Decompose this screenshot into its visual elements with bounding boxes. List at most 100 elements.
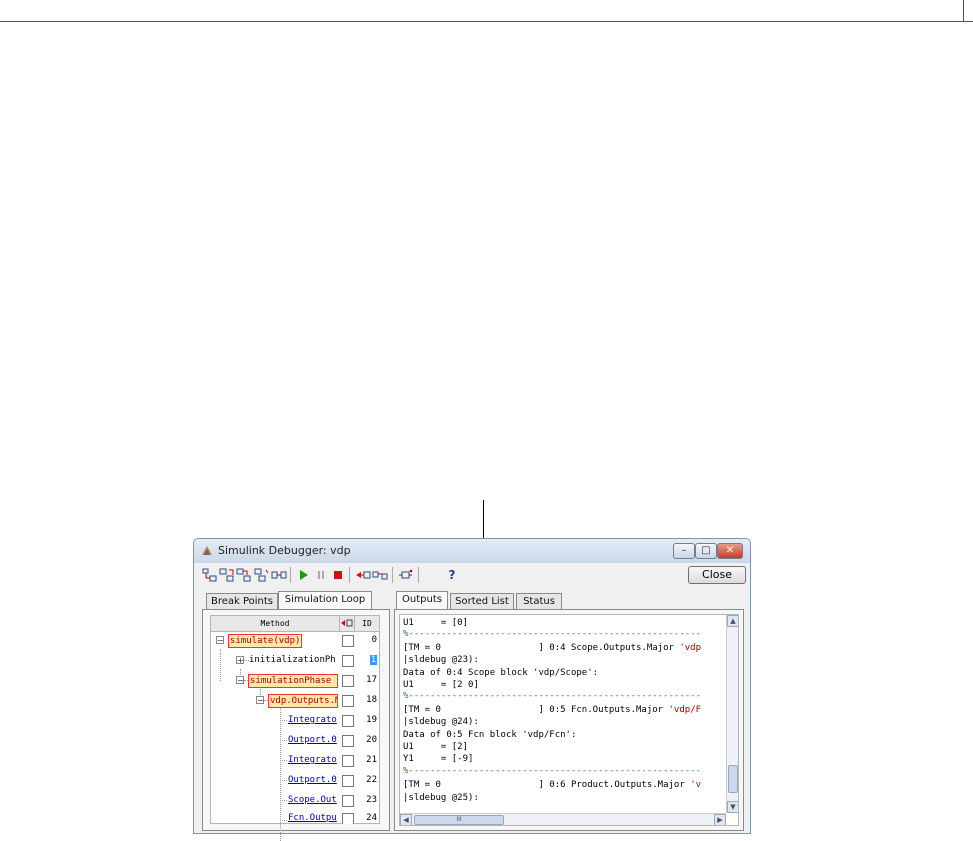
toolbar: ? Close	[194, 563, 750, 587]
outputs-text-area[interactable]: U1 = [0] %------------------------------…	[399, 614, 739, 826]
row-id: 24	[366, 813, 377, 823]
output-line: |sldebug @25):	[403, 793, 479, 803]
toolbar-separator	[418, 567, 419, 583]
breakpoint-checkbox[interactable]	[342, 715, 354, 727]
row-id: 20	[366, 735, 377, 745]
tab-outputs[interactable]: Outputs	[396, 591, 448, 609]
tab-break-points[interactable]: Break Points	[206, 593, 278, 609]
show-io-icon[interactable]	[398, 568, 414, 582]
table-row[interactable]: + initializationPh 1	[211, 651, 379, 671]
output-line: U1 = [0]	[403, 618, 469, 628]
tree-node-label[interactable]: simulate(vdp)	[228, 634, 303, 648]
scroll-down-icon[interactable]: ▼	[727, 801, 738, 813]
collapse-icon[interactable]: −	[256, 696, 264, 705]
method-tree-table: Method ID − simulate(vdp) 0 + initializa…	[210, 615, 380, 841]
scroll-right-icon[interactable]: ▶	[714, 814, 726, 825]
scroll-up-icon[interactable]: ▲	[727, 615, 738, 627]
tree-node-label[interactable]: Scope.Out	[288, 794, 338, 806]
toolbar-separator	[392, 567, 393, 583]
tree-guide	[280, 720, 287, 721]
column-header-id[interactable]: ID	[355, 616, 379, 631]
help-icon[interactable]: ?	[444, 568, 460, 582]
row-id: 22	[366, 775, 377, 785]
tree-node-label[interactable]: initializationPh	[249, 654, 338, 666]
output-line: [TM = 0 ] 0:4 Scope.Outputs.Major 'vdp	[403, 643, 702, 653]
vertical-scroll-thumb[interactable]	[728, 765, 738, 793]
window-title: Simulink Debugger: vdp	[218, 544, 351, 557]
tab-simulation-loop[interactable]: Simulation Loop	[278, 591, 372, 609]
vertical-scrollbar[interactable]: ▲ ▼	[726, 615, 738, 813]
window-close-button[interactable]: ✕	[717, 543, 743, 559]
breakpoint-checkbox[interactable]	[342, 735, 354, 747]
step-block-icon[interactable]	[271, 568, 287, 582]
tree-guide	[280, 820, 287, 821]
row-id: 0	[371, 635, 377, 645]
tree-node-label[interactable]: Outport.0	[288, 734, 338, 746]
breakpoint-checkbox[interactable]	[342, 635, 354, 647]
collapse-icon[interactable]: −	[236, 676, 244, 685]
tree-node-label[interactable]: vdp.Outputs.M	[268, 694, 338, 708]
breakpoint-checkbox[interactable]	[342, 775, 354, 787]
column-header-method[interactable]: Method	[211, 616, 340, 631]
table-row[interactable]: − simulationPhase 17	[211, 671, 379, 691]
breakpoint-checkbox[interactable]	[342, 695, 354, 707]
horizontal-scroll-thumb[interactable]: III	[414, 815, 504, 825]
table-row[interactable]: Scope.Out 23	[211, 791, 379, 811]
breakpoint-checkbox[interactable]	[342, 655, 354, 667]
tree-guide	[280, 780, 287, 781]
table-header: Method ID	[211, 616, 379, 632]
tab-sorted-list[interactable]: Sorted List	[450, 593, 514, 609]
tree-node-label[interactable]: Fcn.Outpu	[288, 812, 338, 824]
horizontal-scrollbar[interactable]: ◀ III ▶	[400, 813, 726, 825]
breakpoint-checkbox[interactable]	[342, 755, 354, 767]
tree-node-label[interactable]: Outport.0	[288, 774, 338, 786]
expand-icon[interactable]: +	[236, 656, 244, 665]
row-id: 21	[366, 755, 377, 765]
tree-guide	[280, 800, 287, 801]
table-row[interactable]: Fcn.Outpu 24	[211, 811, 379, 824]
table-row[interactable]: Integrato 21	[211, 751, 379, 771]
step-out-icon[interactable]	[236, 568, 252, 582]
breakpoint-icon[interactable]	[355, 568, 371, 582]
table-row[interactable]: − simulate(vdp) 0	[211, 631, 379, 651]
output-line: |sldebug @23):	[403, 655, 479, 665]
table-row[interactable]: Integrato 19	[211, 711, 379, 731]
pause-icon[interactable]	[313, 568, 329, 582]
toolbar-separator	[290, 567, 291, 583]
collapse-icon[interactable]: −	[216, 636, 224, 645]
step-top-icon[interactable]	[254, 568, 270, 582]
tree-node-label[interactable]: Integrato	[288, 714, 338, 726]
row-id: 18	[366, 695, 377, 705]
breakpoint-column-icon[interactable]	[340, 616, 355, 631]
row-id: 1	[370, 655, 377, 665]
step-over-icon[interactable]	[219, 568, 235, 582]
matlab-logo-icon	[202, 546, 212, 555]
step-in-icon[interactable]	[202, 568, 218, 582]
page-header-rule	[0, 21, 973, 22]
table-row[interactable]: − vdp.Outputs.M 18	[211, 691, 379, 711]
tree-node-label[interactable]: simulationPhase	[248, 674, 338, 688]
maximize-button[interactable]: □	[695, 543, 717, 559]
tree-node-label[interactable]: Integrato	[288, 754, 338, 766]
output-separator: %---------------------------------------…	[403, 691, 702, 701]
stop-icon[interactable]	[330, 568, 346, 582]
tab-status[interactable]: Status	[516, 593, 562, 609]
debugger-window: Simulink Debugger: vdp – □ ✕ ? Close Bre…	[193, 538, 751, 841]
title-bar[interactable]: Simulink Debugger: vdp – □ ✕	[194, 539, 750, 563]
outputs-panel: U1 = [0] %------------------------------…	[394, 609, 744, 831]
row-id: 17	[366, 675, 377, 685]
table-row[interactable]: Outport.0 20	[211, 731, 379, 751]
breakpoint-checkbox[interactable]	[342, 813, 354, 824]
close-button[interactable]: Close	[688, 566, 746, 584]
scroll-left-icon[interactable]: ◀	[400, 814, 412, 825]
breakpoint-checkbox[interactable]	[342, 675, 354, 687]
row-id: 23	[366, 795, 377, 805]
output-separator: %---------------------------------------…	[403, 629, 702, 639]
debugger-body: Break Points Simulation Loop Outputs Sor…	[194, 587, 750, 841]
start-icon[interactable]	[296, 568, 312, 582]
table-row[interactable]: Outport.0 22	[211, 771, 379, 791]
minimize-button[interactable]: –	[673, 543, 695, 559]
breakpoint-checkbox[interactable]	[342, 795, 354, 807]
display-io-icon[interactable]	[372, 568, 388, 582]
tree-guide	[280, 760, 287, 761]
